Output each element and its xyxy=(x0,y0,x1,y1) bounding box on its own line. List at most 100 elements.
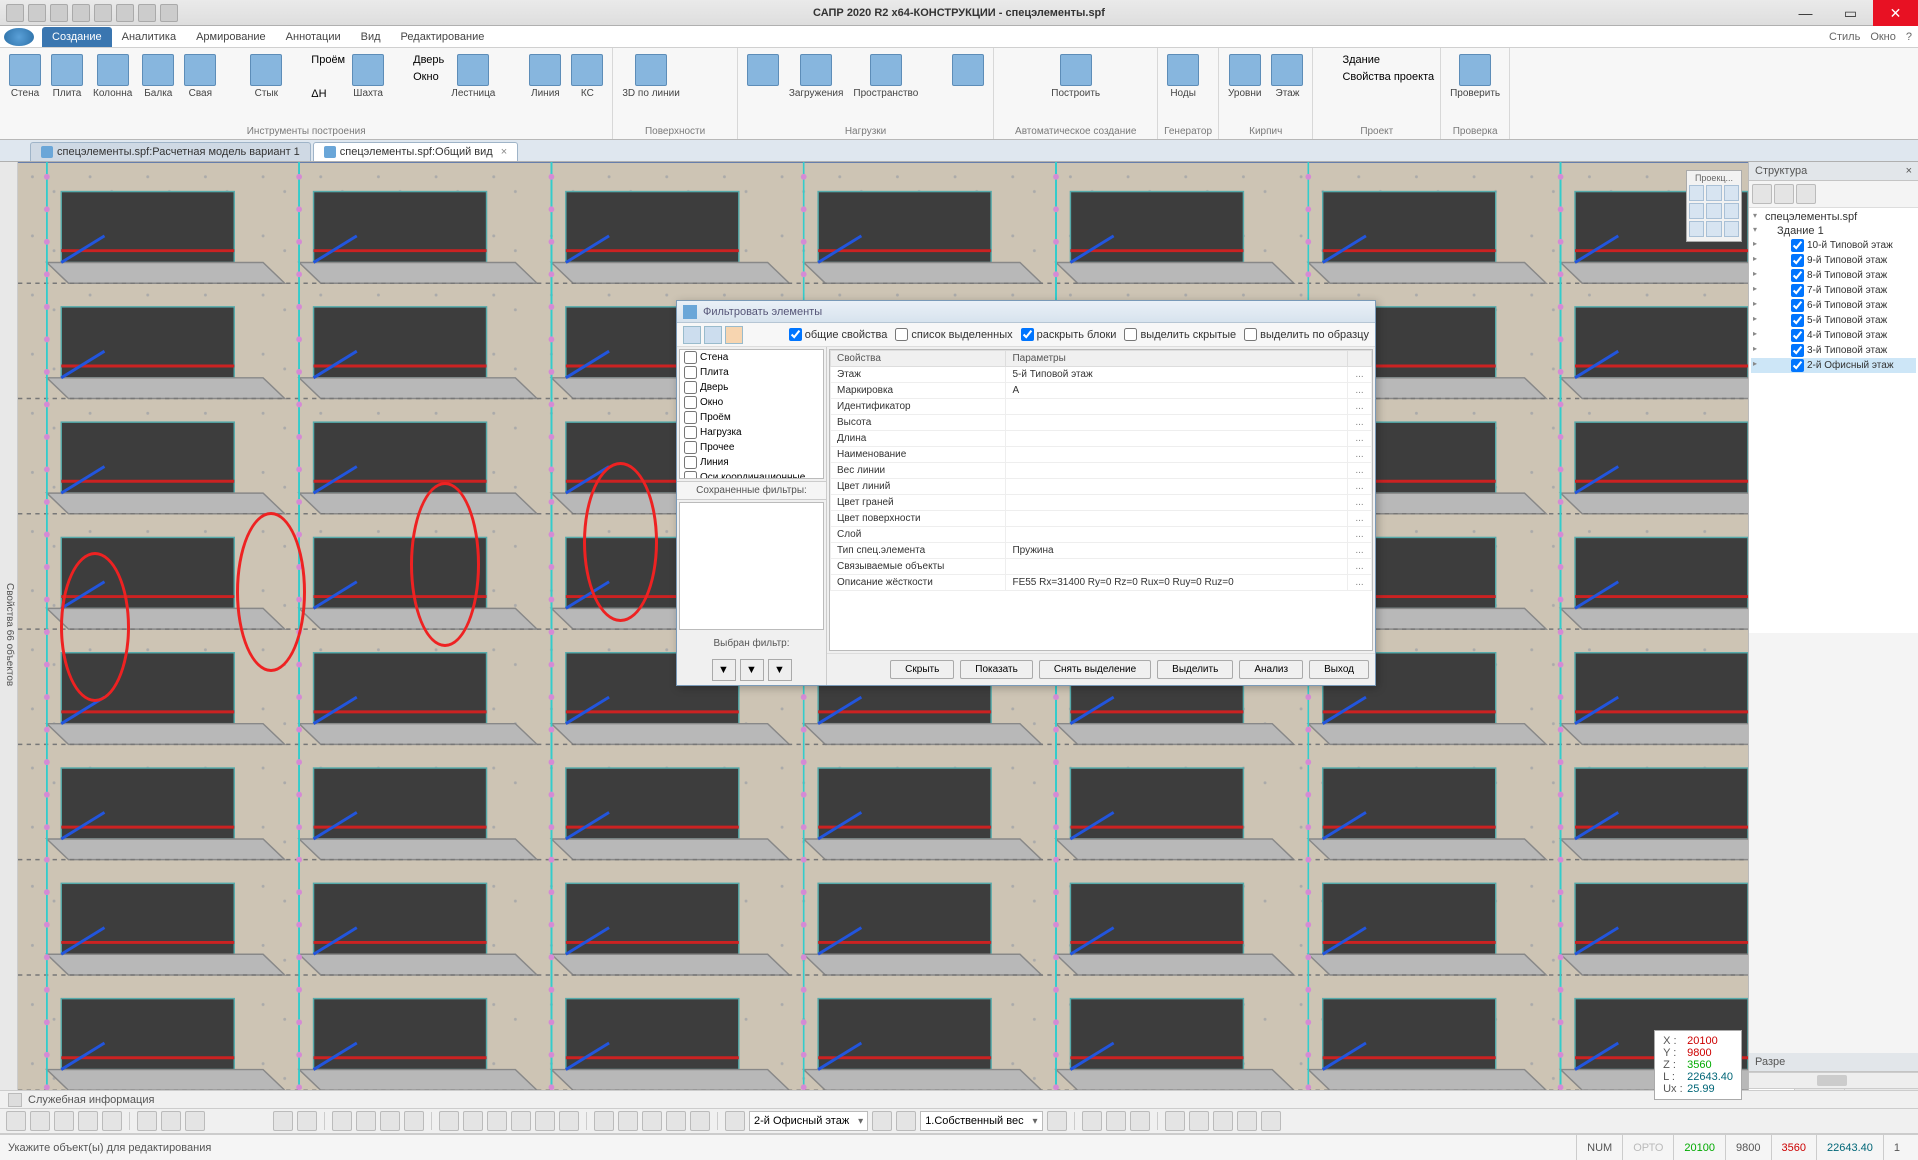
dlg-button[interactable]: Выделить xyxy=(1157,660,1233,679)
tool-truck[interactable] xyxy=(949,52,987,88)
qat-btn[interactable] xyxy=(28,4,46,22)
btool[interactable] xyxy=(185,1111,205,1131)
btool[interactable] xyxy=(102,1111,122,1131)
btool[interactable] xyxy=(161,1111,181,1131)
dlg-button[interactable]: Показать xyxy=(960,660,1033,679)
tool-stack[interactable] xyxy=(223,52,243,102)
btool[interactable] xyxy=(439,1111,459,1131)
btool[interactable] xyxy=(487,1111,507,1131)
tool-stack4[interactable] xyxy=(502,52,522,85)
tool-ks[interactable]: КС xyxy=(568,52,606,101)
type-row[interactable]: Оси координационные xyxy=(680,470,823,479)
prop-row[interactable]: Этаж5-й Типовой этаж... xyxy=(831,367,1372,383)
properties-grid[interactable]: Свойства Параметры Этаж5-й Типовой этаж.… xyxy=(829,349,1373,651)
tool-space[interactable]: Пространство xyxy=(850,52,921,101)
tool-surf-stack[interactable] xyxy=(687,52,707,85)
tool-shaft[interactable]: Шахта xyxy=(349,52,387,101)
prop-row[interactable]: Цвет линий... xyxy=(831,479,1372,495)
filter-del-btn[interactable]: ▼ xyxy=(768,659,792,681)
auto-stack4[interactable] xyxy=(1131,52,1151,85)
btool[interactable] xyxy=(463,1111,483,1131)
prop-row[interactable]: Наименование... xyxy=(831,447,1372,463)
filter-save-btn[interactable]: ▼ xyxy=(712,659,736,681)
tab-annot[interactable]: Аннотации xyxy=(276,27,351,47)
tool-stair[interactable]: Лестница xyxy=(448,52,498,101)
dlg-button[interactable]: Выход xyxy=(1309,660,1369,679)
qat-btn[interactable] xyxy=(138,4,156,22)
prop-row[interactable]: Описание жёсткостиFE55 Rx=31400 Ry=0 Rz=… xyxy=(831,575,1372,591)
doctab-view[interactable]: спецэлементы.spf:Общий вид× xyxy=(313,142,518,161)
tree-tool[interactable] xyxy=(1774,184,1794,204)
tab-view[interactable]: Вид xyxy=(351,27,391,47)
btool[interactable] xyxy=(511,1111,531,1131)
tool-floor[interactable]: Этаж xyxy=(1268,52,1306,101)
tree-floor[interactable]: 3-й Типовой этаж xyxy=(1751,343,1916,358)
tab-reinforce[interactable]: Армирование xyxy=(186,27,276,47)
btool[interactable] xyxy=(30,1111,50,1131)
prop-row[interactable]: Связываемые объекты... xyxy=(831,559,1372,575)
dlg-tool[interactable] xyxy=(725,326,743,344)
dlg-button[interactable]: Снять выделение xyxy=(1039,660,1151,679)
type-row[interactable]: Дверь xyxy=(680,380,823,395)
tree-root[interactable]: спецэлементы.spf xyxy=(1751,210,1916,224)
prop-row[interactable]: Цвет поверхности... xyxy=(831,511,1372,527)
prop-row[interactable]: Высота... xyxy=(831,415,1372,431)
panel-close-icon[interactable]: × xyxy=(1906,165,1912,177)
tool-loadcase[interactable]: Загружения xyxy=(786,52,847,101)
btool[interactable] xyxy=(380,1111,400,1131)
btool[interactable] xyxy=(1213,1111,1233,1131)
type-row[interactable]: Плита xyxy=(680,365,823,380)
tree-floor[interactable]: 9-й Типовой этаж xyxy=(1751,253,1916,268)
prop-row[interactable]: Идентификатор... xyxy=(831,399,1372,415)
side-properties[interactable]: Свойства 66 объектов xyxy=(0,162,18,1108)
saved-filters-list[interactable] xyxy=(679,502,824,630)
tree-floor[interactable]: 4-й Типовой этаж xyxy=(1751,328,1916,343)
btool[interactable] xyxy=(535,1111,555,1131)
dialog-titlebar[interactable]: Фильтровать элементы xyxy=(677,301,1375,323)
tree-floor[interactable]: 10-й Типовой этаж xyxy=(1751,238,1916,253)
auto-stack3[interactable] xyxy=(1107,52,1127,85)
dlg-button[interactable]: Скрыть xyxy=(890,660,954,679)
chk-list[interactable]: список выделенных xyxy=(895,328,1012,341)
proj-stack[interactable]: Здание Свойства проекта xyxy=(1319,52,1434,85)
tree-floor[interactable]: 2-й Офисный этаж xyxy=(1751,358,1916,373)
type-row[interactable]: Стена xyxy=(680,350,823,365)
chk-sample[interactable]: выделить по образцу xyxy=(1244,328,1369,341)
structure-tree[interactable]: спецэлементы.spf Здание 1 10-й Типовой э… xyxy=(1749,208,1918,633)
proj-btn[interactable] xyxy=(1689,203,1704,219)
minimize-button[interactable]: — xyxy=(1783,0,1828,26)
btool[interactable] xyxy=(137,1111,157,1131)
btool[interactable] xyxy=(54,1111,74,1131)
tool-3dline[interactable]: 3D по линии xyxy=(619,52,682,101)
tool-check[interactable]: Проверить xyxy=(1447,52,1503,101)
type-row[interactable]: Проём xyxy=(680,410,823,425)
prop-row[interactable]: Тип спец.элементаПружина... xyxy=(831,543,1372,559)
loadcase-combo[interactable]: 1.Собственный вес xyxy=(920,1111,1042,1131)
info-icon[interactable] xyxy=(8,1093,22,1107)
tool-build[interactable]: Построить xyxy=(1048,52,1103,101)
qat-btn[interactable] xyxy=(94,4,112,22)
btool[interactable] xyxy=(1189,1111,1209,1131)
proj-btn[interactable] xyxy=(1706,203,1721,219)
tree-scrollbar[interactable] xyxy=(1749,1072,1918,1088)
menu-window[interactable]: Окно xyxy=(1870,31,1896,43)
tool-levels[interactable]: Уровни xyxy=(1225,52,1264,101)
type-row[interactable]: Линия xyxy=(680,455,823,470)
tree-building[interactable]: Здание 1 xyxy=(1751,224,1916,238)
close-button[interactable]: ✕ xyxy=(1873,0,1918,26)
btool[interactable] xyxy=(1261,1111,1281,1131)
tree-floor[interactable]: 7-й Типовой этаж xyxy=(1751,283,1916,298)
chk-blocks[interactable]: раскрыть блоки xyxy=(1021,328,1117,341)
proj-btn[interactable] xyxy=(1724,185,1739,201)
doctab-model[interactable]: спецэлементы.spf:Расчетная модель вариан… xyxy=(30,142,311,161)
tab-edit[interactable]: Редактирование xyxy=(391,27,495,47)
qat-btn[interactable] xyxy=(72,4,90,22)
tool-pile[interactable]: Свая xyxy=(181,52,219,101)
proj-btn[interactable] xyxy=(1724,203,1739,219)
btool[interactable] xyxy=(690,1111,710,1131)
btool[interactable] xyxy=(1106,1111,1126,1131)
btool[interactable] xyxy=(297,1111,317,1131)
proj-btn[interactable] xyxy=(1689,185,1704,201)
tab-analytics[interactable]: Аналитика xyxy=(112,27,186,47)
btool[interactable] xyxy=(78,1111,98,1131)
